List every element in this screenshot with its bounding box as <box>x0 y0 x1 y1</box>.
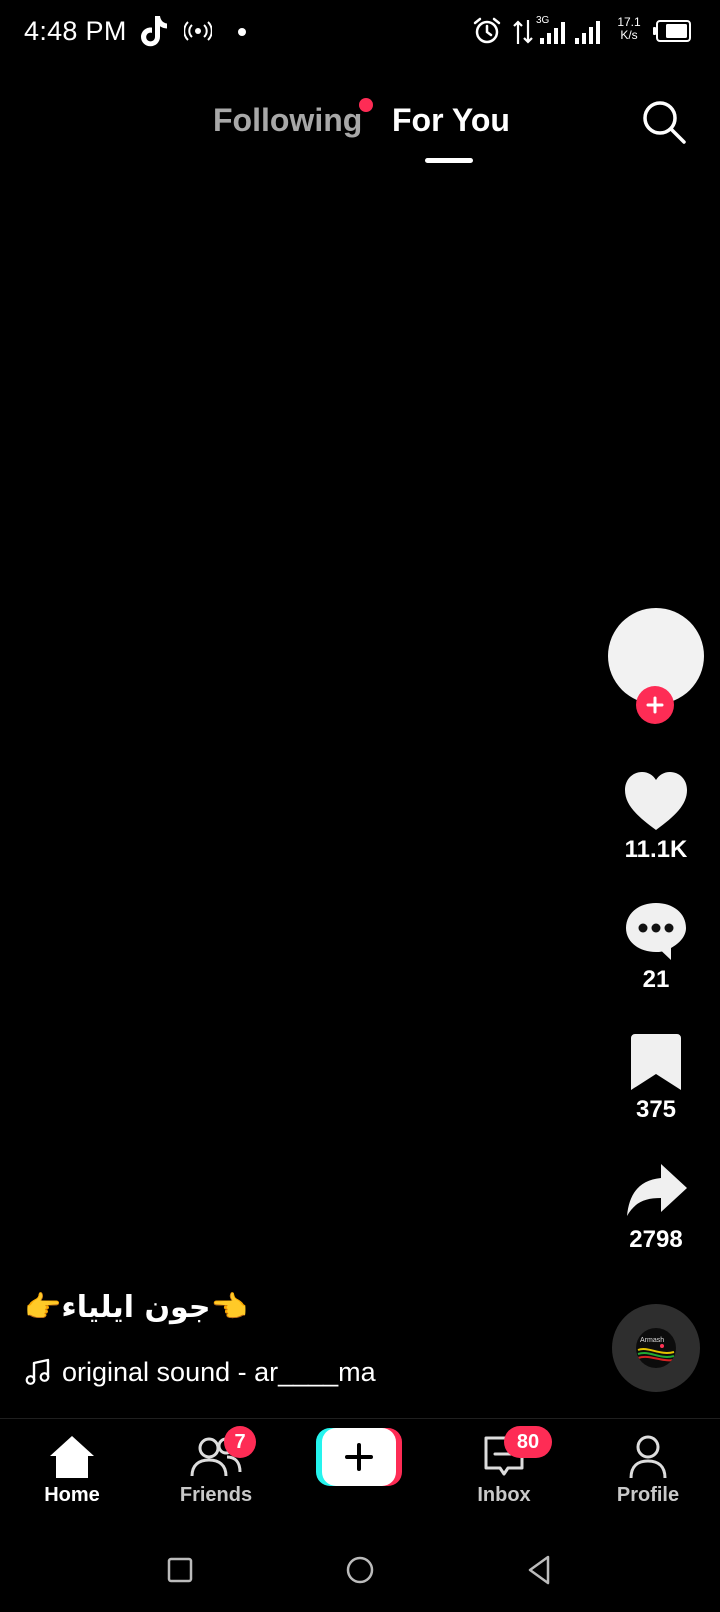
following-new-dot <box>359 98 373 112</box>
home-circle-icon[interactable] <box>338 1548 382 1592</box>
inbox-badge: 80 <box>504 1426 552 1458</box>
search-icon[interactable] <box>640 98 688 146</box>
tiktok-icon <box>141 16 167 47</box>
nav-friends[interactable]: Friends 7 <box>156 1426 276 1507</box>
disc-cover: Armash <box>636 1328 676 1368</box>
recents-icon[interactable] <box>158 1548 202 1592</box>
bottom-divider <box>0 1418 720 1419</box>
bottom-nav: Home Friends 7 Inbox 80 Profile <box>0 1420 720 1528</box>
friends-badge: 7 <box>224 1426 256 1458</box>
system-nav-bar <box>0 1528 720 1612</box>
sound-row[interactable]: original sound - ar____ma <box>24 1352 382 1392</box>
like-button[interactable]: 11.1K <box>608 770 704 864</box>
signal-icon: 3G <box>536 15 565 44</box>
signal-icon-2 <box>575 21 600 44</box>
nav-inbox[interactable]: Inbox 80 <box>444 1426 564 1507</box>
active-tab-indicator <box>425 158 473 163</box>
status-time: 4:48 PM <box>24 16 127 46</box>
nav-home[interactable]: Home <box>12 1434 132 1507</box>
tab-for-you[interactable]: For You <box>392 102 510 139</box>
data-arrows-icon <box>513 20 533 44</box>
comment-icon <box>626 903 686 960</box>
bookmark-icon <box>631 1034 681 1090</box>
disc-art: Armash <box>637 1337 675 1362</box>
bookmark-button[interactable]: 375 <box>608 1030 704 1124</box>
profile-icon <box>629 1435 667 1479</box>
plus-icon <box>646 696 664 714</box>
battery-icon <box>653 20 691 42</box>
comment-button[interactable]: 21 <box>608 900 704 994</box>
plus-icon <box>345 1443 373 1471</box>
sound-name: original sound - ar____ma <box>62 1356 376 1387</box>
hotspot-icon <box>184 21 212 41</box>
nav-label-profile: Profile <box>616 1484 680 1506</box>
video-caption[interactable]: 👉جون ايلياء👈 <box>24 1290 248 1325</box>
notification-dot <box>238 28 246 36</box>
network-speed: 17.1 K/s <box>617 15 641 42</box>
follow-button[interactable] <box>636 686 674 724</box>
network-label: 3G <box>536 15 550 26</box>
share-icon <box>627 1164 687 1216</box>
music-note-icon <box>25 1358 50 1385</box>
nav-profile[interactable]: Profile <box>588 1434 708 1507</box>
feed-tabs: Following For You <box>0 96 720 166</box>
svg-text:Armash: Armash <box>640 1337 664 1344</box>
heart-icon <box>625 772 687 830</box>
music-disc[interactable]: Armash <box>612 1304 700 1392</box>
tab-following[interactable]: Following <box>213 102 362 139</box>
create-button-face <box>322 1428 396 1486</box>
comment-count: 21 <box>642 966 670 993</box>
nav-label-friends: Friends <box>179 1484 253 1506</box>
share-count: 2798 <box>629 1226 683 1253</box>
nav-label-inbox: Inbox <box>477 1484 531 1506</box>
share-button[interactable]: 2798 <box>608 1160 704 1254</box>
like-count: 11.1K <box>624 836 688 863</box>
back-icon[interactable] <box>518 1548 562 1592</box>
create-button[interactable] <box>316 1428 402 1486</box>
nav-label-home: Home <box>44 1484 100 1506</box>
status-bar: 4:48 PM 3G 17.1 K/s <box>0 0 720 64</box>
save-count: 375 <box>635 1096 677 1123</box>
alarm-icon <box>473 17 501 44</box>
home-icon <box>50 1436 94 1478</box>
